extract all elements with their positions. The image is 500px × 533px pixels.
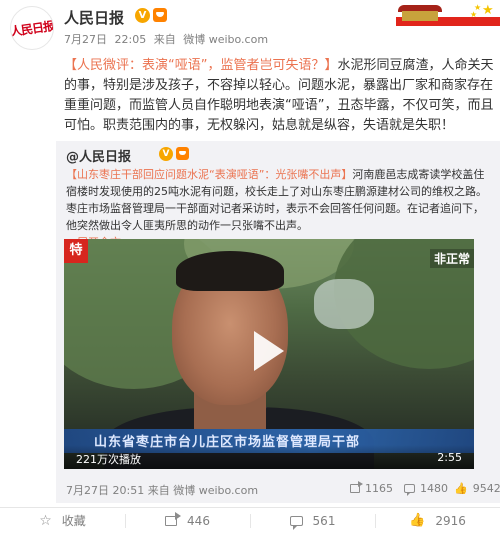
action-bar: ☆ 收藏 446 561 👍 2916 — [0, 507, 500, 533]
post-time[interactable]: 22:05 — [115, 33, 147, 46]
like-icon: 👍 — [409, 513, 426, 528]
repost-comment-count: 1480 — [420, 482, 448, 495]
banner-wall — [402, 11, 438, 21]
repost-footer: 7月27日 20:51 来自 微博 weibo.com 1165 1480 👍 … — [66, 480, 500, 498]
star-icon: ★ — [482, 3, 494, 18]
account-name[interactable]: 人民日报 — [64, 7, 124, 28]
post-header: 人民日报 人民日报 V 7月27日 22:05 来自 微博 weibo.com … — [0, 0, 500, 52]
comment-icon — [289, 515, 303, 530]
repost-like-count: 9542 — [472, 482, 500, 495]
comment-count: 561 — [312, 513, 336, 528]
post-meta: 7月27日 22:05 来自 微博 weibo.com — [64, 31, 272, 47]
star-icon: ☆ — [39, 512, 52, 529]
favorite-button[interactable]: ☆ 收藏 — [0, 508, 125, 533]
play-icon[interactable] — [254, 331, 290, 371]
video-top-right-text: 非正常 — [429, 249, 474, 268]
repost-meta: 7月27日 20:51 来自 微博 weibo.com — [66, 482, 258, 498]
repost-like-button[interactable]: 👍 9542 — [454, 482, 500, 495]
repost-share-count: 1165 — [365, 482, 393, 495]
repost-title-link[interactable]: 【山东枣庄干部回应问题水泥“表演哑语”：光张嘴不出声】 — [66, 168, 352, 181]
video-duration: 2:55 — [437, 451, 462, 464]
post-source-prefix: 来自 — [153, 33, 176, 46]
video-scene-sky — [314, 279, 374, 329]
member-icon[interactable] — [153, 8, 167, 22]
verified-icon: V — [135, 8, 150, 23]
comment-button[interactable]: 561 — [250, 508, 375, 533]
post-title-link[interactable]: 【人民微评：表演“哑语”，监管者岂可失语？】 — [64, 58, 337, 73]
repost-comment-button[interactable]: 1480 — [404, 482, 448, 496]
video-player[interactable]: 特 非正常 山东省枣庄市台儿庄区市场监督管理局干部 221万次播放 2:55 — [64, 239, 474, 469]
repost-time[interactable]: 20:51 — [113, 484, 145, 497]
favorite-label: 收藏 — [61, 514, 86, 528]
star-icon: ★ — [474, 3, 482, 12]
like-count: 2916 — [435, 513, 466, 528]
avatar[interactable]: 人民日报 — [10, 6, 54, 50]
repost-card: @人民日报 V 【山东枣庄干部回应问题水泥“表演哑语”：光张嘴不出声】河南鹿邑志… — [56, 141, 500, 503]
video-view-count: 221万次播放 — [76, 453, 141, 466]
comment-icon — [404, 484, 415, 496]
verified-icon: V — [159, 147, 173, 161]
repost-date[interactable]: 7月27日 — [66, 484, 109, 497]
header-decoration: ★ ★ ★ — [396, 0, 500, 30]
repost-author[interactable]: @人民日报 — [66, 146, 131, 165]
share-count: 446 — [187, 513, 210, 528]
share-button[interactable]: 446 — [125, 508, 250, 533]
repost-source[interactable]: 微博 weibo.com — [173, 484, 258, 497]
repost-source-prefix: 来自 — [147, 484, 170, 497]
repost-share-button[interactable]: 1165 — [350, 481, 393, 495]
like-button[interactable]: 👍 2916 — [375, 508, 500, 533]
like-icon: 👍 — [454, 482, 468, 495]
share-icon — [350, 481, 363, 493]
video-corner-tag: 特 — [64, 239, 88, 263]
post-date[interactable]: 7月27日 — [64, 33, 107, 46]
video-scene-person-hair — [176, 251, 284, 291]
member-icon[interactable] — [176, 147, 189, 160]
post-source[interactable]: 微博 weibo.com — [183, 33, 268, 46]
post-text: 【人民微评：表演“哑语”，监管者岂可失语？】水泥形同豆腐渣，人命关天的事，特别是… — [64, 56, 494, 136]
share-icon — [165, 511, 182, 526]
avatar-logo-text: 人民日报 — [10, 18, 54, 39]
